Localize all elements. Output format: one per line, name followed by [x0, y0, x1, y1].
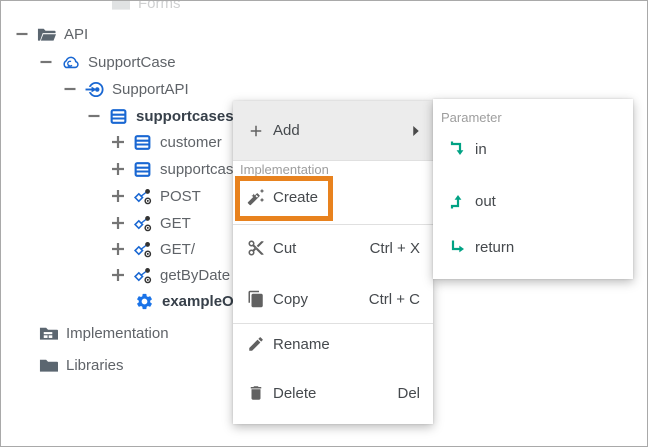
menu-item-delete[interactable]: Delete Del: [233, 373, 433, 413]
menu-item-cut[interactable]: Cut Ctrl + X: [233, 228, 433, 268]
menu-item-label: Copy: [273, 291, 308, 308]
menu-divider: [233, 160, 433, 161]
menu-item-copy[interactable]: Copy Ctrl + C: [233, 279, 433, 319]
submenu-item-out[interactable]: out: [433, 181, 633, 221]
menu-section-implementation: Implementation: [240, 162, 329, 177]
tree-item-label: API: [64, 26, 88, 43]
api-target-icon: [85, 80, 104, 99]
tree-item-label: Libraries: [66, 357, 124, 374]
menu-item-label: Create: [273, 189, 318, 206]
operation-icon: [133, 214, 152, 233]
api-designer-screen: Forms API SupportCase: [0, 0, 648, 447]
submenu-item-label: in: [475, 141, 487, 158]
menu-item-shortcut: Ctrl + C: [369, 291, 420, 308]
tree-item-label: supportcase: [160, 161, 242, 178]
menu-item-create[interactable]: Create: [233, 177, 433, 217]
table-icon: [133, 133, 152, 152]
arrow-in-icon: [449, 140, 467, 158]
menu-item-shortcut: Del: [397, 385, 420, 402]
menu-item-rename[interactable]: Rename: [233, 324, 433, 364]
operation-icon: [133, 240, 152, 259]
collapse-minus-icon[interactable]: [39, 55, 53, 69]
tree-item-libraries[interactable]: Libraries: [39, 352, 124, 378]
magic-wand-icon: [247, 188, 265, 206]
tree-item-label: getByDate: [160, 267, 230, 284]
collapse-minus-icon[interactable]: [63, 82, 77, 96]
folder-icon: [39, 356, 58, 375]
expand-plus-icon[interactable]: [111, 242, 125, 256]
tree-item-label: GET: [160, 215, 191, 232]
tree-item-forms[interactable]: Forms: [111, 0, 181, 16]
submenu-item-return[interactable]: return: [433, 227, 633, 267]
expand-plus-icon[interactable]: [111, 162, 125, 176]
submenu-item-in[interactable]: in: [433, 129, 633, 169]
tree-item-implementation[interactable]: Implementation: [39, 320, 169, 346]
expand-plus-icon[interactable]: [111, 189, 125, 203]
folder-grid-icon: [39, 324, 58, 343]
tree-item-label: supportcases: [136, 108, 234, 125]
trash-icon: [247, 384, 265, 402]
tree-item-customer[interactable]: customer: [111, 129, 222, 155]
tree-item-get[interactable]: GET: [111, 210, 191, 236]
expand-plus-icon[interactable]: [111, 216, 125, 230]
tree-item-label: Implementation: [66, 325, 169, 342]
plus-icon: [247, 122, 265, 140]
tree-item-label: SupportCase: [88, 54, 176, 71]
tree-item-label: POST: [160, 188, 201, 205]
tree-item-api[interactable]: API: [15, 21, 88, 47]
menu-item-label: Cut: [273, 240, 296, 257]
tree-item-getbydate[interactable]: getByDate: [111, 262, 230, 288]
menu-item-label: Delete: [273, 385, 316, 402]
tree-item-label: GET/: [160, 241, 195, 258]
context-menu: Add Implementation Create Cut Ctrl + X: [233, 101, 433, 424]
table-icon: [133, 160, 152, 179]
parameter-submenu: Parameter in out return: [433, 99, 633, 279]
collapse-minus-icon[interactable]: [87, 109, 101, 123]
tree-item-label: Forms: [138, 0, 181, 12]
operation-icon: [133, 266, 152, 285]
table-icon: [109, 107, 128, 126]
submenu-section-parameter: Parameter: [441, 110, 502, 125]
folder-icon: [111, 0, 130, 13]
tree-item-supportcase-table[interactable]: supportcase: [111, 156, 242, 182]
tree-item-label: customer: [160, 134, 222, 151]
tree-item-label: SupportAPI: [112, 81, 189, 98]
collapse-minus-icon[interactable]: [15, 27, 29, 41]
menu-divider: [233, 224, 433, 225]
scissors-icon: [247, 239, 265, 257]
menu-item-label: Rename: [273, 336, 330, 353]
menu-item-add[interactable]: Add: [233, 101, 433, 160]
tree-item-post[interactable]: POST: [111, 183, 201, 209]
tree-item-get-slash[interactable]: GET/: [111, 236, 195, 262]
tree-item-supportcases[interactable]: supportcases: [87, 103, 234, 129]
cloud-sync-icon: [61, 53, 80, 72]
tree-item-supportcase-service[interactable]: SupportCase: [39, 49, 176, 75]
expand-plus-icon[interactable]: [111, 268, 125, 282]
menu-item-label: Add: [273, 122, 300, 139]
tree-item-supportapi[interactable]: SupportAPI: [63, 76, 189, 102]
submenu-item-label: return: [475, 239, 514, 256]
arrow-return-icon: [449, 238, 467, 256]
copy-icon: [247, 290, 265, 308]
operation-icon: [133, 187, 152, 206]
pencil-icon: [247, 335, 265, 353]
expand-plus-icon[interactable]: [111, 135, 125, 149]
arrow-out-icon: [449, 192, 467, 210]
submenu-item-label: out: [475, 193, 496, 210]
submenu-arrow-icon: [405, 120, 427, 142]
menu-item-shortcut: Ctrl + X: [370, 240, 420, 257]
gear-icon: [135, 292, 154, 311]
folder-open-icon: [37, 25, 56, 44]
